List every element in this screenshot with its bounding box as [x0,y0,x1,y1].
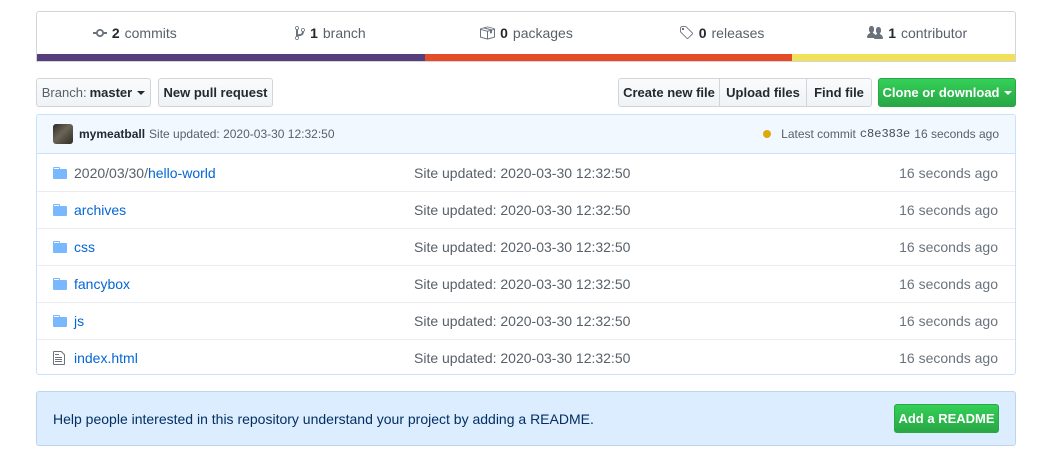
file-name-link[interactable]: archives [74,202,414,218]
commit-author[interactable]: mymeatball [79,127,145,141]
branch-select-button[interactable]: Branch: master [36,78,151,107]
branch-name: master [89,85,133,100]
file-name: archives [74,202,127,218]
file-name-link[interactable]: 2020/03/30/hello-world [74,165,414,181]
file-age: 16 seconds ago [899,164,998,181]
file-name: fancybox [74,276,131,292]
file-name: index.html [74,350,138,366]
people-icon [867,26,884,39]
contributors-link[interactable]: 1 contributor [819,12,1015,54]
folder-icon [37,165,74,181]
table-row: css Site updated: 2020-03-30 12:32:50 16 s… [37,228,1015,265]
create-new-file-button[interactable]: Create new file [618,78,720,107]
table-row: archives Site updated: 2020-03-30 12:32:5… [37,191,1015,228]
table-row: fancybox Site updated: 2020-03-30 12:32:5… [37,265,1015,302]
add-readme-button[interactable]: Add a README [894,404,999,433]
table-row: 2020/03/30/hello-world Site updated: 2020… [37,154,1015,191]
file-path-prefix: 2020/03/30/ [74,164,148,181]
folder-icon [37,313,74,329]
language-bar-segment[interactable] [425,54,793,61]
commit-age: 16 seconds ago [914,127,999,141]
commits-count: 2 [111,25,120,41]
table-row: index.html Site updated: 2020-03-30 12:32… [37,339,1015,374]
commits-link[interactable]: 2 commits [37,12,233,54]
contributors-count: 1 [888,25,896,41]
file-name-link[interactable]: fancybox [74,276,414,292]
folder-icon [37,202,74,218]
commit-icon [92,29,107,37]
avatar[interactable] [53,124,73,144]
file-icon [37,350,74,366]
file-name-link[interactable]: css [74,239,414,255]
file-age: 16 seconds ago [899,350,998,366]
file-actions-group: Create new file Upload files Find file [618,78,872,107]
table-row: js Site updated: 2020-03-30 12:32:50 16 se… [37,302,1015,339]
readme-prompt-text: Help people interested in this repositor… [53,410,594,427]
commit-message[interactable]: Site updated: 2020-03-30 12:32:50 [149,127,334,141]
branches-link[interactable]: 1 branch [233,12,429,54]
commits-label: commits [124,25,177,41]
file-commit-message[interactable]: Site updated: 2020-03-30 12:32:50 [414,313,814,329]
branches-label: branch [322,25,366,41]
clone-or-download-button[interactable]: Clone or download [878,78,1016,107]
releases-count: 0 [698,25,707,41]
file-table: mymeatball Site updated: 2020-03-30 12:3… [36,114,1016,375]
tag-icon [679,26,693,40]
file-name: hello-world [147,164,216,181]
chevron-down-icon [137,90,146,95]
contributors-label: contributor [900,25,968,41]
commit-meta: Latest commit c8e383e 16 seconds ago [763,127,999,141]
file-list: 2020/03/30/hello-world Site updated: 2020… [37,154,1015,374]
upload-files-button[interactable]: Upload files [719,78,807,107]
language-bar-segment[interactable] [792,54,1015,61]
file-commit-message[interactable]: Site updated: 2020-03-30 12:32:50 [414,276,814,292]
new-pull-request-button[interactable]: New pull request [158,78,273,107]
language-bar-segment[interactable] [37,54,426,61]
branch-prefix: Branch: [41,85,87,100]
latest-commit-bar: mymeatball Site updated: 2020-03-30 12:3… [37,115,1015,154]
branch-icon [295,25,306,40]
file-commit-message[interactable]: Site updated: 2020-03-30 12:32:50 [414,350,814,366]
packages-label: packages [512,25,573,41]
file-name-link[interactable]: js [74,313,414,329]
file-age: 16 seconds ago [899,202,998,218]
package-icon [480,26,496,40]
chevron-down-icon [1003,90,1012,95]
file-name-link[interactable]: index.html [74,350,414,366]
clone-or-download-label: Clone or download [882,85,1000,100]
commit-sha[interactable]: c8e383e [860,127,910,141]
folder-icon [37,239,74,255]
language-bar[interactable] [37,54,1015,61]
packages-link[interactable]: 0 packages [428,12,624,54]
repo-numbers-summary: 2 commits 1 branch 0 packages 0 releases… [36,11,1016,62]
file-age: 16 seconds ago [899,313,998,329]
branches-count: 1 [310,25,318,41]
file-age: 16 seconds ago [899,239,998,255]
file-age: 16 seconds ago [899,276,998,292]
build-status-icon[interactable] [763,130,772,138]
file-name: js [74,313,85,329]
packages-count: 0 [500,25,508,41]
releases-label: releases [711,25,765,41]
readme-prompt: Help people interested in this repositor… [36,391,1016,446]
find-file-button[interactable]: Find file [806,78,872,107]
file-name: css [74,239,95,255]
folder-icon [37,276,74,292]
file-commit-message[interactable]: Site updated: 2020-03-30 12:32:50 [414,202,814,218]
latest-commit-label: Latest commit [781,127,856,141]
releases-link[interactable]: 0 releases [624,12,820,54]
file-commit-message[interactable]: Site updated: 2020-03-30 12:32:50 [414,239,814,255]
file-commit-message[interactable]: Site updated: 2020-03-30 12:32:50 [414,165,814,181]
